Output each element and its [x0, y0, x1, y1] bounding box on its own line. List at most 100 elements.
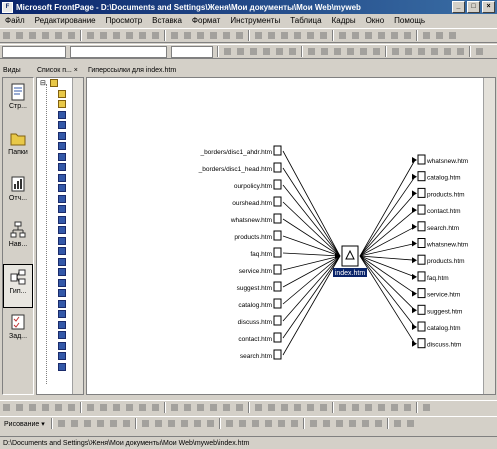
toolbar-button[interactable] — [389, 30, 400, 41]
toolbar-button[interactable] — [98, 30, 109, 41]
menu-format[interactable]: Формат — [187, 16, 225, 25]
toolbar-button[interactable] — [350, 402, 361, 413]
toolbar-button[interactable] — [85, 402, 96, 413]
toolbar-button[interactable] — [205, 418, 216, 429]
size-dropdown[interactable] — [171, 45, 213, 58]
toolbar-button[interactable] — [442, 46, 453, 57]
toolbar-button[interactable] — [235, 46, 246, 57]
toolbar-button[interactable] — [434, 30, 445, 41]
menu-edit[interactable]: Редактирование — [30, 16, 101, 25]
toolbar-button[interactable] — [360, 418, 371, 429]
toolbar-button[interactable] — [402, 402, 413, 413]
toolbar-button[interactable] — [14, 30, 25, 41]
toolbar-button[interactable] — [95, 418, 106, 429]
toolbar-button[interactable] — [306, 46, 317, 57]
toolbar-button[interactable] — [253, 30, 264, 41]
toolbar-button[interactable] — [124, 30, 135, 41]
toolbar-button[interactable] — [334, 418, 345, 429]
toolbar-button[interactable] — [292, 30, 303, 41]
toolbar-button[interactable] — [40, 30, 51, 41]
toolbar-button[interactable] — [137, 30, 148, 41]
toolbar-button[interactable] — [253, 402, 264, 413]
toolbar-button[interactable] — [319, 46, 330, 57]
toolbar-button[interactable] — [266, 402, 277, 413]
toolbar-button[interactable] — [403, 46, 414, 57]
toolbar-button[interactable] — [279, 30, 290, 41]
maximize-button[interactable]: □ — [467, 1, 480, 13]
toolbar-button[interactable] — [14, 402, 25, 413]
toolbar-button[interactable] — [292, 402, 303, 413]
toolbar-button[interactable] — [332, 46, 343, 57]
toolbar-button[interactable] — [69, 418, 80, 429]
toolbar-button[interactable] — [221, 402, 232, 413]
menu-view[interactable]: Просмотр — [101, 16, 148, 25]
view-navigation[interactable]: Нав... — [3, 218, 33, 262]
toolbar-button[interactable] — [1, 30, 12, 41]
toolbar-button[interactable] — [305, 30, 316, 41]
view-page[interactable]: Стр... — [3, 80, 33, 124]
toolbar-button[interactable] — [371, 46, 382, 57]
toolbar-button[interactable] — [124, 402, 135, 413]
toolbar-button[interactable] — [150, 30, 161, 41]
toolbar-button[interactable] — [248, 46, 259, 57]
toolbar-button[interactable] — [276, 418, 287, 429]
menu-tools[interactable]: Инструменты — [225, 16, 285, 25]
toolbar-button[interactable] — [108, 418, 119, 429]
toolbar-button[interactable] — [195, 30, 206, 41]
toolbar-button[interactable] — [140, 418, 151, 429]
toolbar-button[interactable] — [169, 30, 180, 41]
toolbar-button[interactable] — [279, 402, 290, 413]
toolbar-button[interactable] — [121, 418, 132, 429]
toolbar-button[interactable] — [263, 418, 274, 429]
view-reports[interactable]: Отч... — [3, 172, 33, 216]
toolbar-button[interactable] — [234, 30, 245, 41]
toolbar-button[interactable] — [66, 30, 77, 41]
toolbar-button[interactable] — [447, 30, 458, 41]
toolbar-button[interactable] — [56, 418, 67, 429]
toolbar-button[interactable] — [337, 402, 348, 413]
toolbar-button[interactable] — [222, 46, 233, 57]
toolbar-button[interactable] — [224, 418, 235, 429]
toolbar-button[interactable] — [53, 402, 64, 413]
toolbar-button[interactable] — [358, 46, 369, 57]
toolbar-button[interactable] — [337, 30, 348, 41]
toolbar-button[interactable] — [289, 418, 300, 429]
toolbar-button[interactable] — [111, 30, 122, 41]
toolbar-button[interactable] — [237, 418, 248, 429]
view-folders[interactable]: Папки — [3, 126, 33, 170]
folder-list-scrollbar[interactable] — [72, 78, 83, 394]
toolbar-button[interactable] — [250, 418, 261, 429]
toolbar-button[interactable] — [82, 418, 93, 429]
toolbar-button[interactable] — [98, 402, 109, 413]
toolbar-button[interactable] — [373, 418, 384, 429]
toolbar-button[interactable] — [389, 402, 400, 413]
toolbar-button[interactable] — [153, 418, 164, 429]
menu-help[interactable]: Помощь — [389, 16, 430, 25]
toolbar-button[interactable] — [402, 30, 413, 41]
menu-insert[interactable]: Вставка — [147, 16, 187, 25]
toolbar-button[interactable] — [66, 402, 77, 413]
toolbar-button[interactable] — [234, 402, 245, 413]
toolbar-button[interactable] — [392, 418, 403, 429]
view-hyperlinks[interactable]: Гип... — [3, 264, 33, 308]
style-dropdown[interactable] — [2, 45, 66, 58]
close-button[interactable]: × — [482, 1, 495, 13]
toolbar-button[interactable] — [287, 46, 298, 57]
toolbar-button[interactable] — [274, 46, 285, 57]
toolbar-button[interactable] — [376, 402, 387, 413]
toolbar-button[interactable] — [318, 30, 329, 41]
minimize-button[interactable]: _ — [452, 1, 465, 13]
toolbar-button[interactable] — [416, 46, 427, 57]
toolbar-button[interactable] — [345, 46, 356, 57]
toolbar-button[interactable] — [111, 402, 122, 413]
toolbar-button[interactable] — [221, 30, 232, 41]
toolbar-button[interactable] — [85, 30, 96, 41]
toolbar-button[interactable] — [405, 418, 416, 429]
toolbar-button[interactable] — [208, 402, 219, 413]
toolbar-button[interactable] — [182, 30, 193, 41]
toolbar-button[interactable] — [376, 30, 387, 41]
toolbar-button[interactable] — [390, 46, 401, 57]
menu-frames[interactable]: Кадры — [327, 16, 361, 25]
toolbar-button[interactable] — [208, 30, 219, 41]
toolbar-button[interactable] — [179, 418, 190, 429]
